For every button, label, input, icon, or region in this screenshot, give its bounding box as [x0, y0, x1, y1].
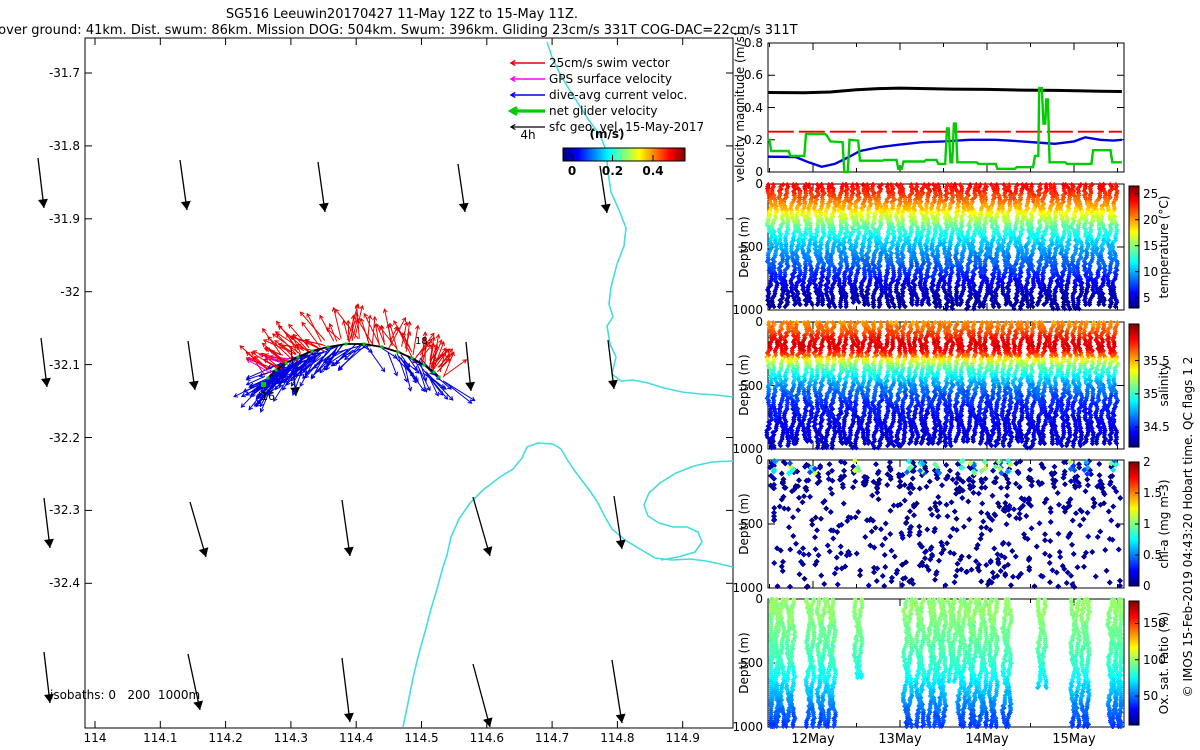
oxygen-panel-ytick-label: 0 — [713, 593, 763, 605]
legend-item-label: GPS surface velocity — [549, 73, 672, 85]
velocity-ytick-label: 0.2 — [713, 134, 763, 146]
coastline-isobaths — [403, 42, 733, 727]
chl-panel-colorbar-tick-label: 1 — [1143, 518, 1151, 530]
oxygen-panel-colorbar-tick-label: 50 — [1143, 690, 1158, 702]
temperature-panel-colorbar-tick-label: 25 — [1143, 188, 1158, 200]
series-vehicle-speed — [768, 88, 1122, 93]
salinity-panel-colorbar-tick-label: 35.5 — [1143, 355, 1170, 367]
map-xtick-label: 114.3 — [274, 732, 308, 744]
map-ytick-label: -32 — [30, 286, 80, 298]
dive-end-label: 18 — [415, 337, 428, 347]
map-ytick-label: -31.9 — [30, 213, 80, 225]
figure: SG516 Leeuwin20170427 11-May 12Z to 15-M… — [0, 0, 1200, 750]
time-axis-label: 12May — [791, 733, 834, 746]
salinity-panel-colorbar-tick-label: 35 — [1143, 388, 1158, 400]
map-xtick-label: 114.7 — [535, 732, 569, 744]
oxygen-panel-scatter — [768, 597, 1139, 729]
map-colorbar-tick-label: 0.4 — [642, 165, 663, 177]
velocity-ytick-label: 0.4 — [713, 102, 763, 114]
chl-panel-ytick-label: 500 — [713, 518, 763, 530]
map-xtick-label: 114.6 — [470, 732, 504, 744]
map-ytick-label: -31.8 — [30, 140, 80, 152]
isobaths-label: isobaths: 0 200 1000m — [50, 689, 200, 701]
temperature-colorbar-title: temperature (°C) — [1158, 196, 1170, 299]
time-axis-label: 14May — [965, 733, 1008, 746]
chl-panel-scatter — [767, 458, 1139, 590]
velocity-ytick-label: 0.6 — [713, 69, 763, 81]
map-ytick-label: -31.7 — [30, 67, 80, 79]
temperature-panel-colorbar-tick-label: 10 — [1143, 266, 1158, 278]
map-legend — [511, 61, 545, 130]
temperature-panel-ytick-label: 0 — [713, 178, 763, 190]
map-xtick-label: 114.1 — [143, 732, 177, 744]
chl-panel-colorbar-tick-label: 0 — [1143, 580, 1151, 592]
quiver-scale-label: 4h — [520, 129, 535, 141]
chl-panel-colorbar-tick-label: 2 — [1143, 456, 1151, 468]
velocity-ytick-label: 0.8 — [713, 37, 763, 49]
temperature-panel-colorbar-tick-label: 15 — [1143, 240, 1158, 252]
plot-title: SG516 Leeuwin20170427 11-May 12Z to 15-M… — [226, 8, 578, 21]
imos-attribution-note: © IMOS 15-Feb-2019 04:43:20 Hobart time.… — [1182, 357, 1194, 698]
temperature-panel-colorbar-tick-label: 5 — [1143, 292, 1151, 304]
map-colorbar-tick-label: 0 — [568, 165, 576, 177]
map-ytick-label: -32.3 — [30, 504, 80, 516]
time-axis-label: 15May — [1052, 733, 1095, 746]
series-net-glider-speed — [768, 88, 1122, 172]
map-xtick-label: 114.5 — [404, 732, 438, 744]
map-xtick-label: 114.4 — [339, 732, 373, 744]
map-ytick-label: -32.4 — [30, 577, 80, 589]
oxygen-panel-colorbar-tick-label: 100 — [1143, 654, 1166, 666]
temperature-panel-ytick-label: 500 — [713, 241, 763, 253]
salinity-colorbar-title: salinity — [1158, 363, 1170, 406]
temperature-panel-scatter — [765, 182, 1139, 312]
legend-item-label: 25cm/s swim vector — [549, 57, 670, 69]
oxygen-panel-ytick-label: 1000 — [713, 721, 763, 733]
time-axis-label: 13May — [878, 733, 921, 746]
legend-item-label: sfc geo. vel. 15-May-2017 — [549, 121, 704, 133]
salinity-panel-colorbar-tick-label: 34.5 — [1143, 421, 1170, 433]
chl-panel-colorbar-tick-label: 1.5 — [1143, 487, 1162, 499]
map-xtick-label: 114.9 — [666, 732, 700, 744]
map-xtick-label: 114 — [84, 732, 107, 744]
legend-item-label: dive-avg current veloc. — [549, 89, 687, 101]
chl-panel-ytick-label: 0 — [713, 454, 763, 466]
salinity-panel-ytick-label: 500 — [713, 380, 763, 392]
legend-item-label: net glider velocity — [549, 105, 657, 117]
map-ytick-label: -32.1 — [30, 359, 80, 371]
map-colorbar-tick-label: 0.2 — [602, 165, 623, 177]
temperature-panel-colorbar-tick-label: 20 — [1143, 214, 1158, 226]
swim-vectors — [240, 304, 466, 377]
dive-start-label: 16 — [261, 391, 275, 402]
velocity-chart — [768, 43, 1124, 172]
salinity-panel-ytick-label: 0 — [713, 316, 763, 328]
salinity-panel-scatter — [764, 320, 1139, 451]
oxygen-panel-ytick-label: 500 — [713, 657, 763, 669]
map-xtick-label: 114.2 — [208, 732, 242, 744]
chl-panel-colorbar-tick-label: 0.5 — [1143, 549, 1162, 561]
map-xtick-label: 114.8 — [600, 732, 634, 744]
oxygen-panel-colorbar-tick-label: 150 — [1143, 617, 1166, 629]
plot-subtitle: Dist. over ground: 41km. Dist. swum: 86k… — [0, 24, 798, 37]
map-colorbar — [563, 148, 685, 161]
map-ytick-label: -32.2 — [30, 432, 80, 444]
